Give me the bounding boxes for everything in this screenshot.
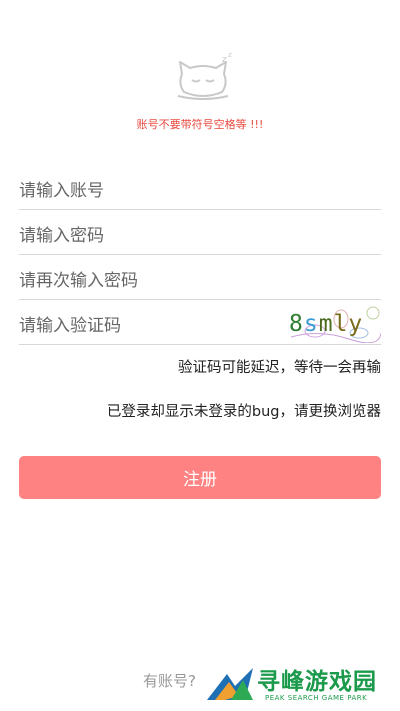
- account-input[interactable]: [19, 166, 381, 209]
- captcha-image[interactable]: 8smly: [289, 303, 381, 343]
- site-watermark: 寻峰游戏园 PEAK SEARCH GAME PARK: [205, 662, 400, 708]
- password-field: [19, 211, 381, 255]
- account-warning-text: 账号不要带符号空格等 !!!: [136, 118, 264, 131]
- watermark-en-text: PEAK SEARCH GAME PARK: [265, 694, 368, 702]
- captcha-input[interactable]: [19, 301, 269, 344]
- register-page: z z 账号不要带符号空格等 !!! 8smly 验证码可能延迟，等待一会再输: [0, 0, 400, 711]
- sleeping-cat-icon: z z: [172, 51, 234, 102]
- password-input[interactable]: [19, 211, 381, 254]
- captcha-char: s: [303, 311, 319, 337]
- svg-text:z: z: [228, 52, 232, 59]
- captcha-delay-note: 验证码可能延迟，等待一会再输: [178, 360, 381, 376]
- account-field: [19, 166, 381, 210]
- captcha-char: 8: [289, 311, 304, 337]
- svg-text:z: z: [222, 55, 227, 65]
- browser-bug-note: 已登录却显示未登录的bug，请更换浏览器: [106, 404, 381, 420]
- login-link[interactable]: 有账号?: [143, 670, 196, 691]
- register-button[interactable]: 注册: [19, 456, 381, 499]
- captcha-char: m: [318, 311, 334, 337]
- confirm-password-field: [19, 256, 381, 300]
- captcha-text: 8smly: [289, 311, 381, 337]
- captcha-char: ly: [333, 311, 364, 337]
- captcha-field: 8smly: [19, 301, 381, 345]
- watermark-cn-text: 寻峰游戏园: [257, 669, 377, 695]
- watermark-logo-icon: [207, 668, 253, 700]
- confirm-password-input[interactable]: [19, 256, 381, 299]
